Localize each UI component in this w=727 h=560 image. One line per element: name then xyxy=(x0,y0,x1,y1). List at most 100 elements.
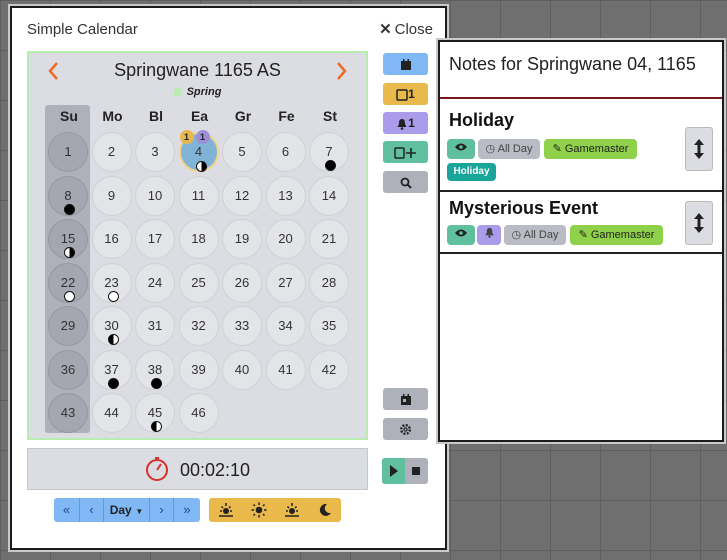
notes-window: Notes for Springwane 04, 1165 Holiday ◷ … xyxy=(440,42,722,440)
day-number: 12 xyxy=(234,187,250,203)
day-cell[interactable]: 9 xyxy=(91,175,132,216)
notes-count-button[interactable]: 1 xyxy=(383,83,428,105)
day-cell[interactable]: 38 xyxy=(135,349,175,390)
day-cell[interactable]: 7 xyxy=(309,132,349,172)
play-button[interactable] xyxy=(382,458,405,484)
day-cell[interactable]: 32 xyxy=(178,306,219,346)
day-cell[interactable]: 29 xyxy=(48,306,88,346)
midday-button[interactable] xyxy=(242,498,275,522)
day-cell[interactable]: 3 xyxy=(135,132,175,172)
day-cell[interactable]: 31 xyxy=(135,306,175,346)
day-cell[interactable]: 14 xyxy=(309,175,349,216)
sunset-icon xyxy=(284,503,299,517)
calendar-day-icon xyxy=(400,393,411,405)
day-cell[interactable]: 26 xyxy=(222,262,262,303)
day-number: 13 xyxy=(278,187,293,203)
step-back-button[interactable]: ‹ xyxy=(80,498,104,522)
search-button[interactable] xyxy=(383,171,428,193)
gear-icon xyxy=(399,424,412,436)
day-cell[interactable]: 5 xyxy=(222,132,262,172)
arrows-vertical-icon xyxy=(694,139,704,159)
month-title: Springwane 1165 AS xyxy=(114,60,281,80)
day-cell[interactable]: 20 xyxy=(265,219,306,259)
bell-icon xyxy=(397,118,407,130)
day-cell[interactable]: 40 xyxy=(222,349,262,390)
sun-icon xyxy=(251,502,266,518)
day-cell[interactable]: 39 xyxy=(178,349,219,390)
note-card-holiday[interactable]: Holiday ◷ All Day ✎ Gamemaster Holiday xyxy=(440,100,722,192)
day-number: 43 xyxy=(60,405,76,420)
day-number: 19 xyxy=(234,231,250,246)
day-cell[interactable]: 43 xyxy=(48,393,88,433)
day-cell[interactable]: 1 xyxy=(48,132,88,172)
day-cell[interactable]: 37 xyxy=(91,349,132,390)
fast-forward-button[interactable]: » xyxy=(174,498,200,522)
calendar-titlebar[interactable]: Simple Calendar ✕ Close xyxy=(12,8,445,48)
day-cell[interactable]: 27 xyxy=(265,262,306,303)
configure-date-button[interactable] xyxy=(383,388,428,410)
day-cell[interactable]: 10 xyxy=(135,175,175,216)
day-cell[interactable]: 28 xyxy=(309,262,349,303)
day-cell[interactable]: 36 xyxy=(48,349,88,390)
day-cell-today[interactable]: 411 xyxy=(178,130,219,172)
day-cell[interactable]: 21 xyxy=(309,219,349,259)
day-cell[interactable]: 46 xyxy=(178,393,219,433)
close-button[interactable]: ✕ Close xyxy=(379,20,433,38)
day-cell[interactable]: 12 xyxy=(222,175,262,216)
day-number: 17 xyxy=(147,231,163,246)
day-cell[interactable]: 18 xyxy=(178,219,219,259)
day-cell[interactable]: 44 xyxy=(91,393,132,433)
day-cell[interactable]: 15 xyxy=(48,219,88,259)
midnight-button[interactable] xyxy=(308,498,341,522)
day-cell[interactable]: 34 xyxy=(265,306,306,346)
day-number: 34 xyxy=(278,318,293,333)
day-cell[interactable]: 35 xyxy=(309,306,349,346)
day-cell[interactable]: 6 xyxy=(265,132,306,172)
day-cell[interactable]: 17 xyxy=(135,219,175,259)
day-cell[interactable]: 25 xyxy=(178,262,219,303)
step-forward-button[interactable]: › xyxy=(150,498,174,522)
moon-phase-icon xyxy=(64,203,75,215)
day-cell[interactable]: 22 xyxy=(48,262,88,303)
time-step-controls: « ‹ Day ▼ › » xyxy=(54,498,200,522)
reminders-count-button[interactable]: 1 xyxy=(383,112,428,134)
day-cell[interactable]: 19 xyxy=(222,219,262,259)
bell-icon xyxy=(484,227,494,238)
day-cell[interactable]: 13 xyxy=(265,175,306,216)
day-cell[interactable]: 8 xyxy=(48,175,88,216)
day-number: 21 xyxy=(321,231,337,246)
weekday-label: Ea xyxy=(190,108,209,124)
add-note-button[interactable] xyxy=(383,141,428,163)
day-number: 11 xyxy=(191,187,206,203)
today-button[interactable] xyxy=(383,53,428,75)
day-cell[interactable]: 45 xyxy=(135,393,175,433)
day-cell[interactable]: 33 xyxy=(222,306,262,346)
weekday-label: St xyxy=(323,108,337,124)
day-number: 9 xyxy=(107,187,116,203)
reorder-handle[interactable] xyxy=(685,201,713,245)
day-number: 18 xyxy=(191,231,206,246)
day-cell[interactable]: 11 xyxy=(178,175,219,216)
pencil-icon: ✎ xyxy=(578,229,588,241)
day-cell[interactable]: 16 xyxy=(91,219,132,259)
dawn-button[interactable] xyxy=(209,498,242,522)
day-cell[interactable]: 42 xyxy=(309,349,349,390)
time-unit-dropdown[interactable]: Day ▼ xyxy=(104,498,150,522)
day-cell[interactable]: 2 xyxy=(91,132,132,172)
day-number: 3 xyxy=(151,144,159,159)
clock-icon: ◷ xyxy=(485,143,496,155)
moon-phase-icon xyxy=(107,334,119,345)
day-number: 41 xyxy=(278,361,293,377)
next-month-button[interactable] xyxy=(336,61,348,85)
rewind-button[interactable]: « xyxy=(54,498,80,522)
stop-button[interactable] xyxy=(405,458,428,484)
note-card-mysterious-event[interactable]: Mysterious Event ◷ All Day ✎ Gamemaster xyxy=(440,192,722,254)
dusk-button[interactable] xyxy=(275,498,308,522)
day-cell[interactable]: 41 xyxy=(265,349,306,390)
add-note-icon xyxy=(393,147,416,159)
day-cell[interactable]: 30 xyxy=(91,306,132,346)
day-cell[interactable]: 23 xyxy=(91,262,132,303)
settings-button[interactable] xyxy=(383,418,428,440)
reorder-handle[interactable] xyxy=(685,127,713,171)
day-cell[interactable]: 24 xyxy=(135,262,175,303)
